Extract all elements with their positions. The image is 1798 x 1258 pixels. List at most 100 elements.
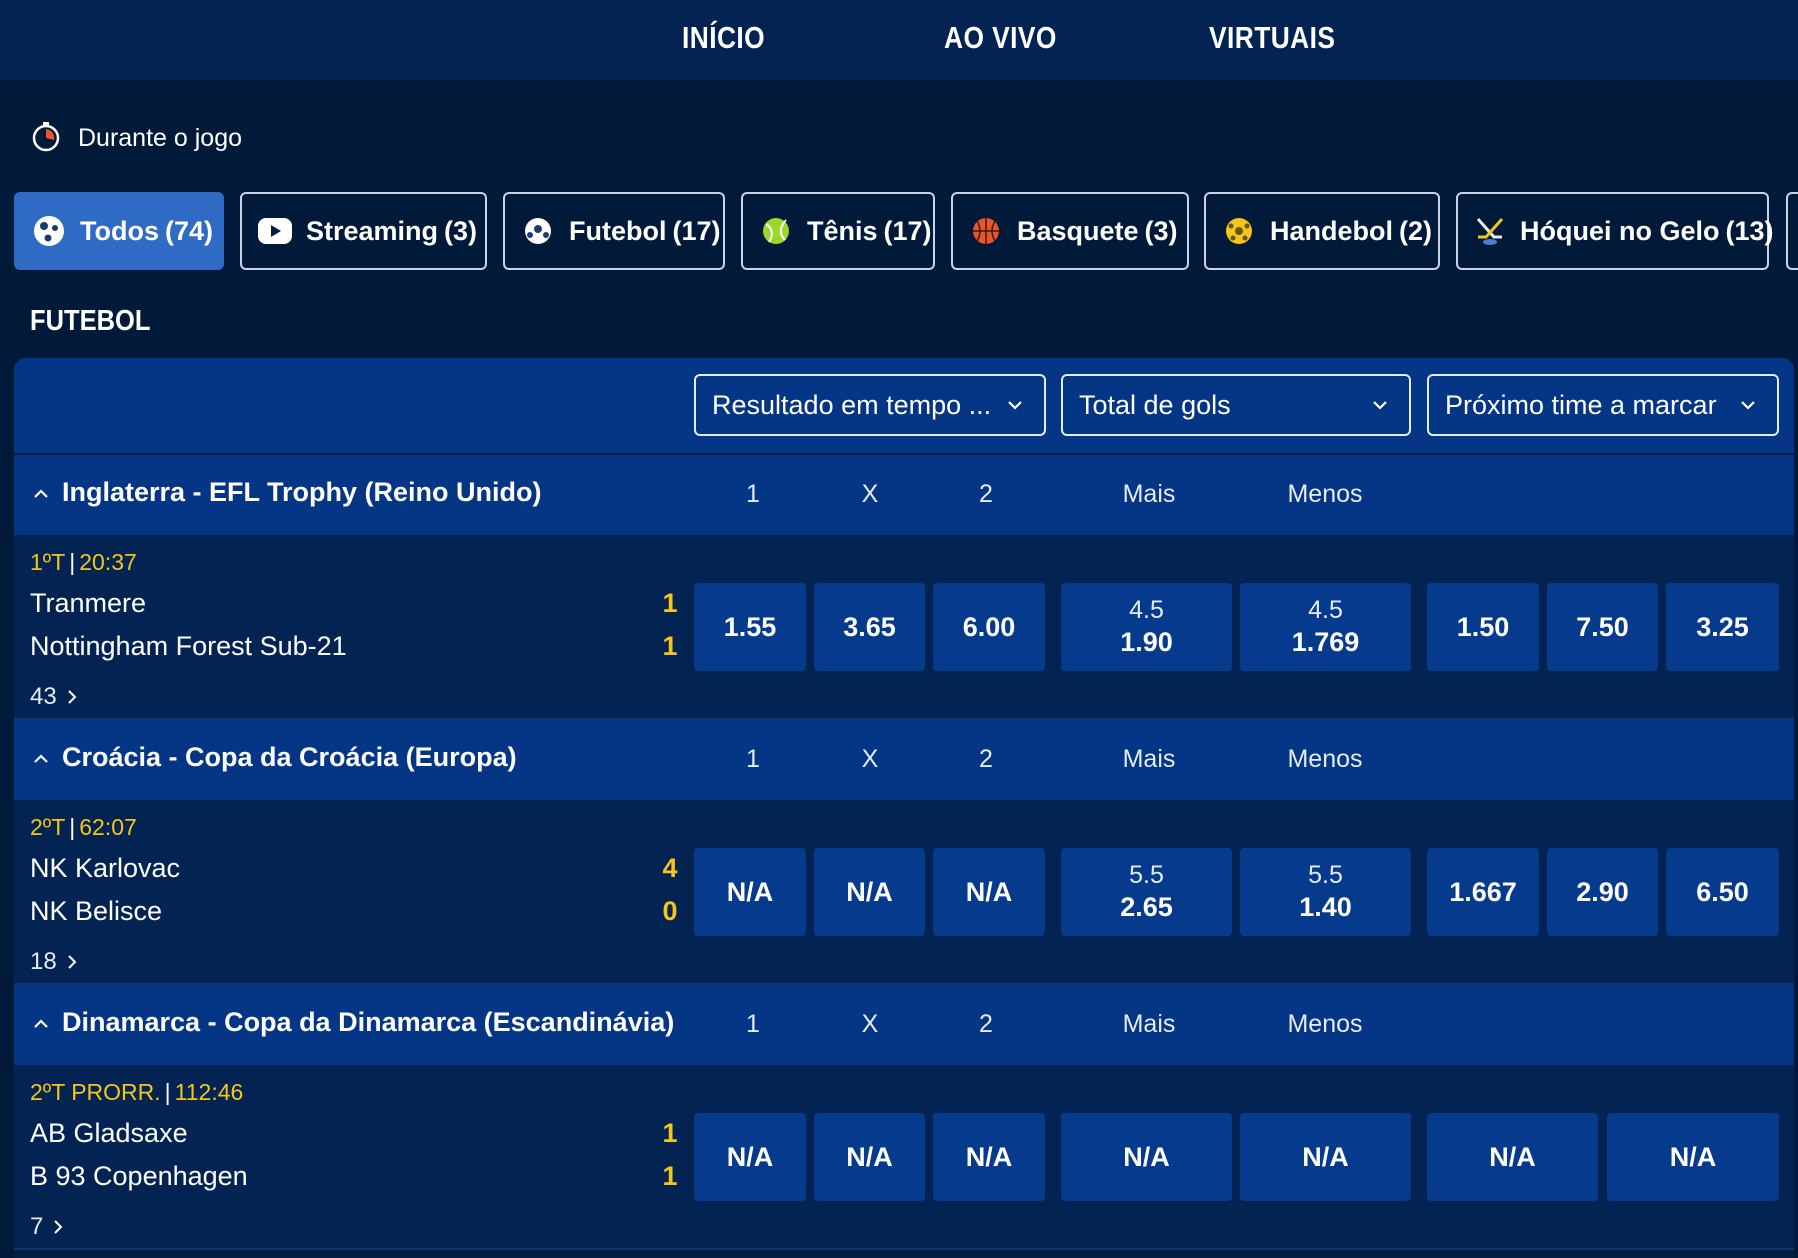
more-markets-count: 7 — [30, 1213, 44, 1240]
odd-value: 1.667 — [1449, 876, 1517, 907]
league-header[interactable]: Croácia - Copa da Croácia (Europa) 1 X 2… — [14, 720, 1794, 800]
col-header-x: X — [861, 745, 879, 773]
odd-next-goal-home[interactable]: 1.50 — [1427, 583, 1539, 671]
odd-under[interactable]: N/A — [1240, 1113, 1411, 1201]
league-name: Inglaterra - EFL Trophy (Reino Unido) — [62, 477, 542, 507]
odd-next-goal-home[interactable]: 1.667 — [1427, 848, 1539, 936]
section-title: FUTEBOL — [30, 305, 151, 337]
col-header-2: 2 — [979, 1010, 993, 1038]
filter-futebol[interactable]: Futebol (17) — [503, 192, 725, 270]
away-team: B 93 Copenhagen — [30, 1161, 248, 1191]
odd-home[interactable]: N/A — [694, 848, 806, 936]
col-header-under: Menos — [1287, 480, 1363, 508]
odd-home[interactable]: 1.55 — [694, 583, 806, 671]
filter-count: (17) — [883, 215, 932, 246]
match-time: 62:07 — [79, 814, 137, 840]
odd-value: 1.90 — [1120, 627, 1173, 657]
odd-draw[interactable]: N/A — [814, 1113, 925, 1201]
select-value: Total de gols — [1079, 389, 1231, 420]
match-period: 2ºT — [30, 814, 66, 840]
odd-away[interactable]: N/A — [933, 1113, 1045, 1201]
odd-under[interactable]: 4.5 1.769 — [1240, 583, 1411, 671]
odd-next-goal-none[interactable]: 7.50 — [1547, 583, 1658, 671]
more-markets-link[interactable]: 7 — [30, 1213, 65, 1241]
filter-label: Basquete — [1017, 215, 1139, 246]
filter-label: Futebol — [569, 215, 667, 246]
col-header-x: X — [861, 1010, 879, 1038]
match-period: 1ºT — [30, 549, 66, 575]
odd-draw[interactable]: N/A — [814, 848, 925, 936]
filter-basquete[interactable]: Basquete (3) — [951, 192, 1189, 270]
league-header[interactable]: Inglaterra - EFL Trophy (Reino Unido) 1 … — [14, 455, 1794, 535]
nav-ao-vivo[interactable]: AO VIVO — [944, 20, 1057, 56]
col-header-1: 1 — [746, 745, 760, 773]
home-score: 1 — [662, 588, 678, 618]
filter-todos[interactable]: Todos (74) — [14, 192, 224, 270]
chevron-up-icon[interactable] — [30, 748, 52, 770]
odd-value: N/A — [965, 1141, 1013, 1172]
filter-count: (3) — [1144, 215, 1178, 246]
market-select-total[interactable]: Total de gols — [1061, 374, 1411, 436]
odd-next-goal-away[interactable]: 6.50 — [1666, 848, 1779, 936]
col-header-over: Mais — [1122, 1010, 1176, 1038]
odd-value: 1.40 — [1299, 892, 1352, 922]
home-score: 4 — [662, 853, 678, 883]
odd-value: N/A — [1669, 1141, 1717, 1172]
home-team: AB Gladsaxe — [30, 1118, 188, 1148]
match-period: 2ºT PRORR. — [30, 1079, 161, 1105]
match-clock: 2ºT | 62:07 — [30, 814, 137, 840]
more-markets-link[interactable]: 18 — [30, 948, 79, 976]
filter-label: Hóquei no Gelo — [1520, 215, 1720, 246]
away-score: 0 — [662, 896, 678, 926]
odd-away[interactable]: N/A — [933, 848, 1045, 936]
odd-value: 3.65 — [843, 611, 896, 642]
filter-tenis[interactable]: Tênis (17) — [741, 192, 935, 270]
league-name: Croácia - Copa da Croácia (Europa) — [62, 742, 517, 772]
home-score: 1 — [662, 1118, 678, 1148]
odd-next-goal-away[interactable]: N/A — [1607, 1113, 1779, 1201]
filter-count: (74) — [164, 215, 213, 246]
soccer-balls-icon — [32, 214, 66, 248]
odd-under[interactable]: 5.5 1.40 — [1240, 848, 1411, 936]
ice-hockey-icon — [1474, 214, 1506, 248]
odd-over[interactable]: 4.5 1.90 — [1061, 583, 1232, 671]
chevron-down-icon — [1008, 401, 1022, 410]
odd-value: 6.00 — [962, 611, 1016, 642]
odd-next-goal-none[interactable]: 2.90 — [1547, 848, 1658, 936]
odd-value: 1.50 — [1456, 611, 1510, 642]
filter-next-partial[interactable] — [1786, 192, 1798, 270]
odd-next-goal-home[interactable]: N/A — [1427, 1113, 1598, 1201]
col-header-over: Mais — [1122, 480, 1176, 508]
home-team: Tranmere — [30, 588, 147, 618]
odd-over[interactable]: N/A — [1061, 1113, 1232, 1201]
filter-handebol[interactable]: Handebol (2) — [1204, 192, 1440, 270]
odd-value: N/A — [1489, 1141, 1536, 1172]
match-row: 2ºT PRORR. | 112:46 AB Gladsaxe B 93 Copen… — [14, 1065, 1794, 1250]
odd-value: N/A — [726, 1141, 774, 1172]
market-select-next-goal[interactable]: Próximo time a marcar — [1427, 374, 1779, 436]
odd-away[interactable]: 6.00 — [933, 583, 1045, 671]
chevron-up-icon[interactable] — [30, 1013, 52, 1035]
odd-draw[interactable]: 3.65 — [814, 583, 925, 671]
filter-label: Handebol — [1270, 215, 1394, 246]
market-select-result[interactable]: Resultado em tempo ... — [694, 374, 1046, 436]
tennis-ball-icon — [759, 214, 793, 248]
odd-home[interactable]: N/A — [694, 1113, 806, 1201]
odd-value: 1.55 — [723, 611, 777, 642]
play-icon — [258, 214, 292, 248]
market-selector-bar: Resultado em tempo ... Total de gols Pró… — [14, 358, 1794, 453]
odd-value: 1.769 — [1291, 627, 1360, 657]
nav-virtuais[interactable]: VIRTUAIS — [1209, 20, 1335, 56]
nav-inicio[interactable]: INÍCIO — [682, 20, 765, 56]
filter-label: Streaming — [306, 215, 439, 246]
more-markets-link[interactable]: 43 — [30, 683, 79, 711]
odd-over[interactable]: 5.5 2.65 — [1061, 848, 1232, 936]
filter-streaming[interactable]: Streaming (3) — [240, 192, 487, 270]
filter-hoquei[interactable]: Hóquei no Gelo (13) — [1456, 192, 1774, 270]
col-header-2: 2 — [979, 480, 993, 508]
home-team: NK Karlovac — [30, 853, 181, 883]
league-header[interactable]: Dinamarca - Copa da Dinamarca (Escandiná… — [14, 985, 1794, 1065]
odd-next-goal-away[interactable]: 3.25 — [1666, 583, 1779, 671]
chevron-up-icon[interactable] — [30, 483, 52, 505]
away-team: NK Belisce — [30, 896, 163, 926]
